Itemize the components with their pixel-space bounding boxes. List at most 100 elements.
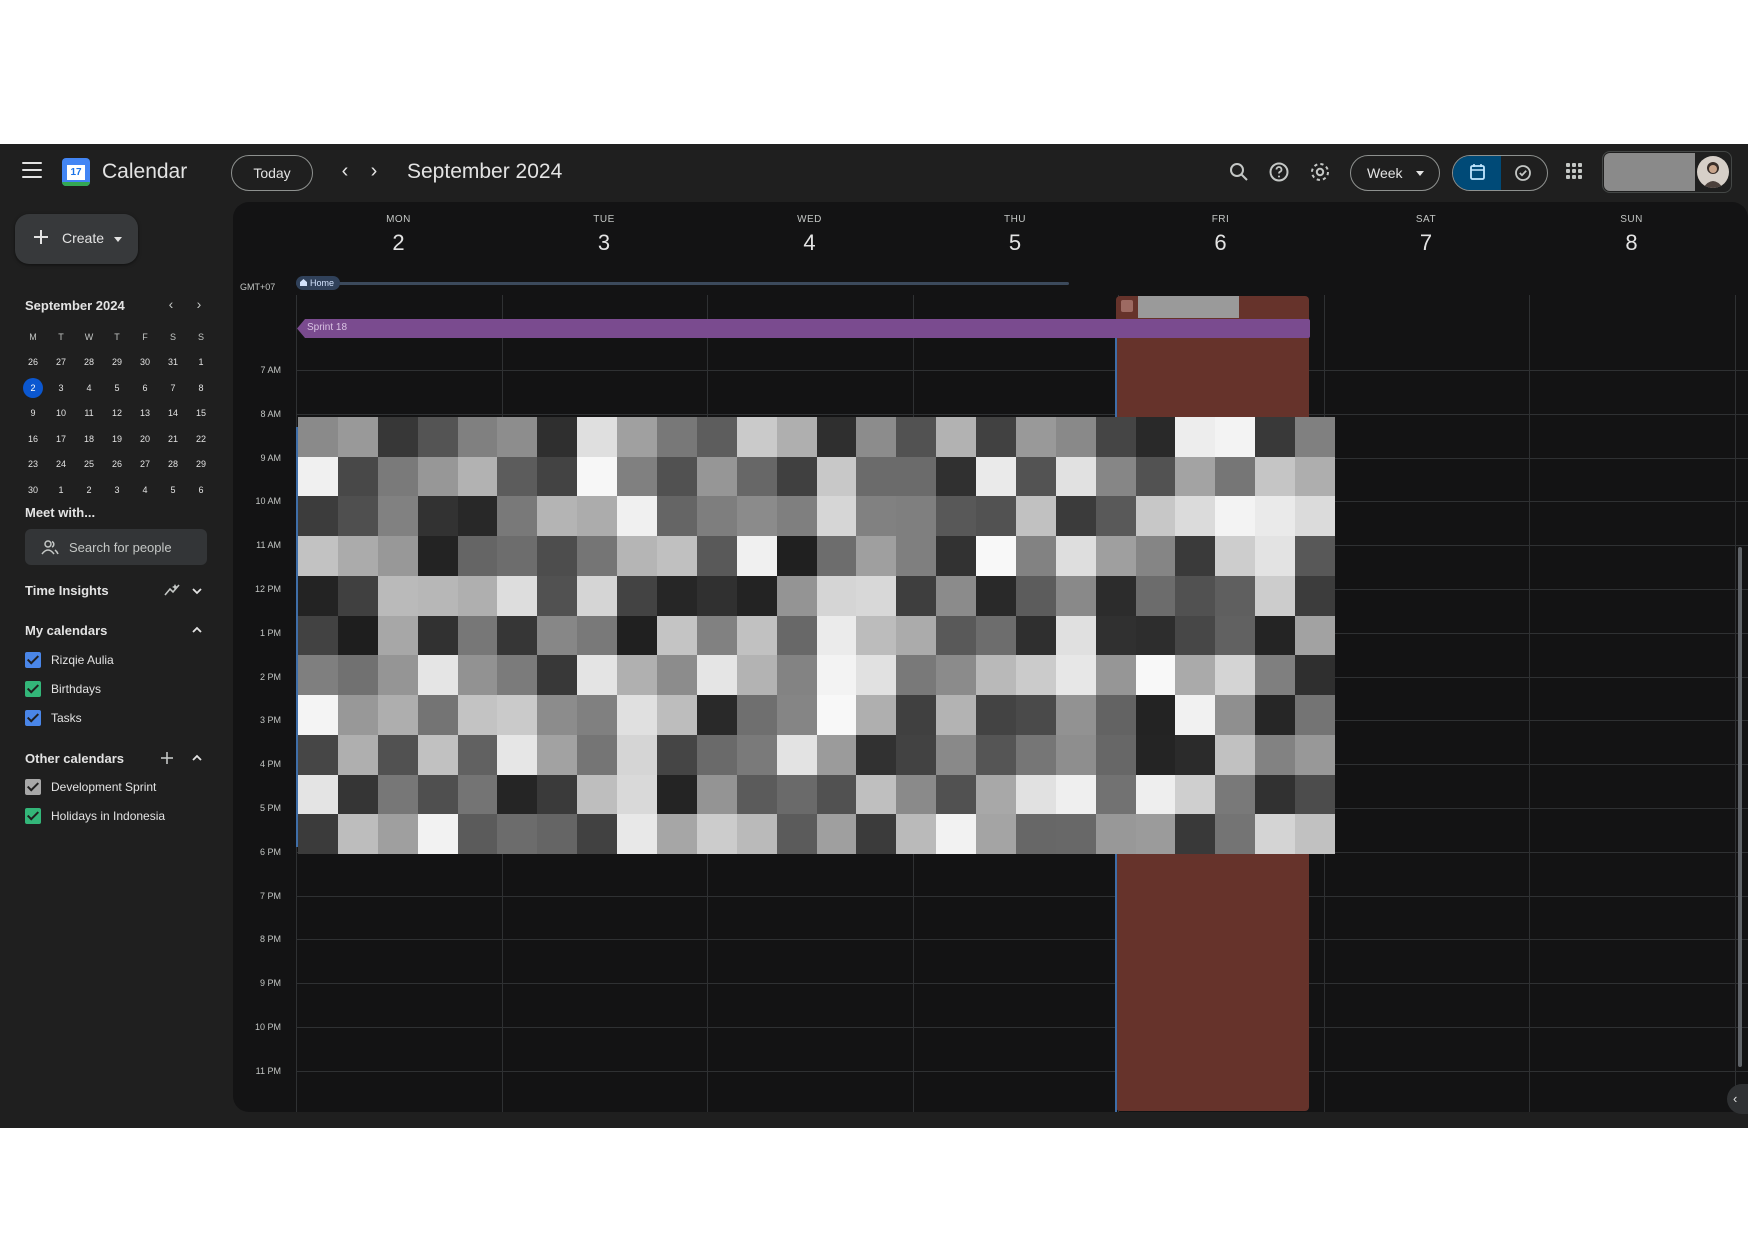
mini-calendar-day[interactable]: 6: [187, 485, 215, 495]
chevron-up-icon[interactable]: [190, 623, 204, 637]
day-number[interactable]: 5: [913, 230, 1118, 256]
redaction-tile: [656, 695, 697, 735]
redaction-tile: [1015, 536, 1056, 576]
mini-calendar-day[interactable]: 28: [75, 357, 103, 367]
mini-calendar-day[interactable]: 1: [47, 485, 75, 495]
mini-calendar-day[interactable]: 20: [131, 434, 159, 444]
my-calendars-title[interactable]: My calendars: [25, 623, 107, 638]
mini-next-month-icon[interactable]: ›: [191, 296, 207, 312]
mini-calendar-day[interactable]: 12: [103, 408, 131, 418]
redaction-tile: [457, 456, 498, 497]
mini-calendar-day[interactable]: 14: [159, 408, 187, 418]
calendar-checkbox[interactable]: [25, 779, 41, 795]
avatar[interactable]: [1697, 156, 1729, 188]
previous-week-icon[interactable]: ‹: [333, 160, 357, 184]
redaction-tile: [497, 734, 538, 775]
add-calendar-icon[interactable]: [159, 750, 175, 766]
mini-calendar-day[interactable]: 26: [103, 459, 131, 469]
mini-calendar-day[interactable]: 3: [47, 383, 75, 393]
day-number[interactable]: 8: [1529, 230, 1734, 256]
mini-calendar-day[interactable]: 25: [75, 459, 103, 469]
redaction-tile: [816, 536, 857, 576]
other-calendars-title[interactable]: Other calendars: [25, 751, 124, 766]
mini-calendar-day[interactable]: 2: [75, 485, 103, 495]
mini-calendar-day[interactable]: 3: [103, 485, 131, 495]
mini-calendar-day[interactable]: 16: [19, 434, 47, 444]
today-button[interactable]: Today: [231, 155, 313, 191]
view-switcher-button[interactable]: Week: [1350, 155, 1440, 191]
chevron-down-icon[interactable]: [190, 584, 204, 598]
redaction-tile: [1095, 695, 1136, 735]
day-number[interactable]: 4: [707, 230, 912, 256]
working-location-home-chip[interactable]: Home: [296, 276, 340, 290]
mini-calendar-day[interactable]: 27: [47, 357, 75, 367]
day-number[interactable]: 7: [1324, 230, 1529, 256]
tasks-view-toggle[interactable]: [1501, 156, 1547, 190]
redaction-tile: [1215, 695, 1256, 735]
insights-chart-icon[interactable]: [163, 582, 181, 598]
calendar-checkbox[interactable]: [25, 681, 41, 697]
mini-calendar-day[interactable]: 5: [103, 383, 131, 393]
mini-calendar-day[interactable]: 27: [131, 459, 159, 469]
settings-gear-icon[interactable]: [1307, 159, 1333, 185]
mini-prev-month-icon[interactable]: ‹: [163, 296, 179, 312]
mini-calendar-day[interactable]: 8: [187, 383, 215, 393]
mini-calendar-day[interactable]: 13: [131, 408, 159, 418]
hour-label: 11 AM: [256, 540, 281, 551]
calendar-logo-icon[interactable]: 17: [62, 158, 90, 186]
next-week-icon[interactable]: ›: [362, 160, 386, 184]
mini-calendar-day[interactable]: 15: [187, 408, 215, 418]
calendar-checkbox[interactable]: [25, 808, 41, 824]
mini-calendar-day[interactable]: 6: [131, 383, 159, 393]
mini-calendar-day[interactable]: 22: [187, 434, 215, 444]
day-number[interactable]: 2: [296, 230, 501, 256]
mini-calendar-day[interactable]: 24: [47, 459, 75, 469]
calendar-checkbox[interactable]: [25, 710, 41, 726]
mini-calendar-day[interactable]: 17: [47, 434, 75, 444]
help-icon[interactable]: [1266, 159, 1292, 185]
search-icon[interactable]: [1226, 159, 1252, 185]
main-menu-icon[interactable]: [22, 162, 42, 178]
create-button[interactable]: Create: [15, 214, 138, 264]
mini-calendar-day[interactable]: 19: [103, 434, 131, 444]
day-number[interactable]: 3: [502, 230, 707, 256]
mini-calendar-day[interactable]: 5: [159, 485, 187, 495]
calendar-view-toggle[interactable]: [1453, 156, 1501, 190]
day-number[interactable]: 6: [1118, 230, 1323, 256]
redaction-tile: [1135, 774, 1176, 815]
mini-calendar-day[interactable]: 29: [187, 459, 215, 469]
mini-calendar-day[interactable]: 9: [19, 408, 47, 418]
time-insights-title[interactable]: Time Insights: [25, 583, 109, 598]
mini-calendar-day[interactable]: 10: [47, 408, 75, 418]
mini-calendar-day[interactable]: 29: [103, 357, 131, 367]
mini-calendar-day[interactable]: 18: [75, 434, 103, 444]
mini-calendar-day[interactable]: 4: [131, 485, 159, 495]
mini-calendar-day[interactable]: 1: [187, 357, 215, 367]
mini-calendar-day[interactable]: 30: [131, 357, 159, 367]
mini-calendar-day[interactable]: 23: [19, 459, 47, 469]
mini-calendar-day[interactable]: 21: [159, 434, 187, 444]
mini-day-number: 29: [195, 459, 206, 470]
app-title[interactable]: Calendar: [102, 160, 187, 184]
redaction-tile: [537, 734, 578, 775]
redaction-tile: [457, 814, 498, 854]
mini-calendar-day[interactable]: 2: [19, 377, 47, 398]
redaction-tile: [377, 814, 418, 854]
mini-calendar-day[interactable]: 31: [159, 357, 187, 367]
redaction-tile: [856, 774, 897, 815]
mini-calendar-day[interactable]: 11: [75, 408, 103, 418]
redaction-tile: [537, 695, 578, 735]
mini-calendar-day[interactable]: 7: [159, 383, 187, 393]
google-apps-icon[interactable]: [1566, 163, 1582, 179]
calendar-checkbox[interactable]: [25, 652, 41, 668]
mini-calendar-day[interactable]: 30: [19, 485, 47, 495]
chevron-up-icon[interactable]: [190, 751, 204, 765]
mini-calendar-day[interactable]: 28: [159, 459, 187, 469]
vertical-scrollbar[interactable]: [1738, 547, 1742, 1067]
mini-calendar-day[interactable]: 4: [75, 383, 103, 393]
search-people-input[interactable]: Search for people: [25, 529, 207, 565]
account-switcher[interactable]: [1602, 151, 1732, 193]
mini-calendar-day[interactable]: 26: [19, 357, 47, 367]
hour-label: 3 PM: [259, 715, 281, 726]
sprint-event-bar[interactable]: [297, 319, 1310, 338]
